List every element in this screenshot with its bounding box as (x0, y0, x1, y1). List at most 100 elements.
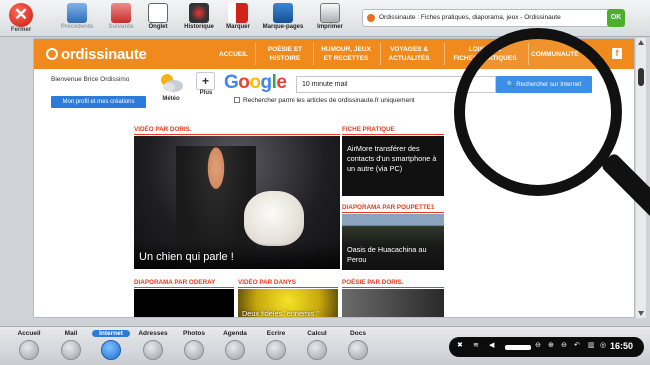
dock-label: Ecrire (266, 330, 286, 337)
plus-button[interactable]: + Plus (196, 72, 216, 96)
volume-slider[interactable] (505, 345, 531, 350)
site-favicon-icon (367, 14, 375, 22)
scroll-up-icon[interactable] (638, 40, 644, 45)
site-only-checkbox[interactable] (234, 97, 240, 103)
dock-label: Agenda (223, 330, 247, 337)
wifi-icon[interactable]: ≋ (473, 341, 479, 349)
calendar-icon (225, 340, 245, 360)
section-label: POÉSIE PAR DORIS. (342, 279, 404, 286)
tab-icon (148, 3, 168, 23)
nav-divider (380, 43, 381, 65)
dock-label: Calcul (307, 330, 327, 337)
section-label: VIDÉO PAR DANYS (238, 279, 296, 286)
divider (342, 287, 444, 288)
history-icon (189, 3, 209, 23)
trash-icon[interactable]: ▥ (588, 341, 595, 349)
article-thumbnail[interactable] (342, 289, 444, 317)
forward-arrow-icon (111, 3, 131, 23)
calculator-icon (307, 340, 327, 360)
dock-label: Mail (64, 330, 78, 337)
tab-button[interactable]: Onglet (144, 3, 172, 35)
home-icon (19, 340, 39, 360)
address-bar[interactable]: Ordissinaute : Fiches pratiques, diapora… (362, 9, 622, 27)
dock-internet[interactable]: Internet (92, 330, 130, 360)
bookmarks-button[interactable]: Marque-pages (258, 3, 308, 35)
help-icon[interactable]: ◎ (600, 341, 606, 349)
forward-button[interactable]: Suivante (104, 3, 138, 35)
bookmark-icon (228, 3, 248, 23)
featured-video[interactable]: Un chien qui parle ! (134, 136, 340, 269)
history-button[interactable]: Historique (180, 3, 218, 35)
nav-accueil[interactable]: ACCUEIL (219, 50, 248, 59)
plus-label: Plus (199, 90, 213, 96)
undo-icon[interactable]: ↶ (574, 341, 580, 349)
dock-agenda[interactable]: Agenda (216, 330, 254, 360)
volume-icon[interactable]: ◀ (489, 341, 494, 349)
section-label: DIAPORAMA PAR POUPETTE1 (342, 204, 435, 211)
article-title: Deux fidèles "ennemis " (242, 309, 319, 318)
scrollbar-thumb[interactable] (638, 68, 644, 86)
bookmarks-icon (273, 3, 293, 23)
section-label: VIDÉO PAR DORIS. (134, 126, 192, 133)
nav-divider (444, 43, 445, 65)
nav-voyages[interactable]: VOYAGES & ACTUALITÉS (383, 45, 435, 63)
profile-button[interactable]: Mon profil et mes créations (51, 96, 146, 108)
divider (238, 287, 338, 288)
dock-label: Accueil (17, 330, 41, 337)
site-only-label: Rechercher parmi les articles de ordissi… (243, 97, 415, 104)
bookmarks-label: Marque-pages (262, 24, 304, 30)
write-icon (266, 340, 286, 360)
nav-poesie[interactable]: POÉSIE ET HISTOIRE (264, 45, 306, 63)
close-label: Fermer (10, 27, 32, 33)
back-arrow-icon (67, 3, 87, 23)
tab-label: Onglet (148, 24, 168, 30)
back-label: Précédente (60, 24, 94, 30)
ok-button[interactable]: OK (607, 9, 625, 27)
divider (134, 287, 234, 288)
nav-humour[interactable]: HUMOUR, JEUX ET RECETTES (316, 45, 376, 63)
nav-divider (255, 43, 256, 65)
site-only-option[interactable]: Rechercher parmi les articles de ordissi… (234, 97, 415, 104)
bookmark-button[interactable]: Marquer (222, 3, 254, 35)
dock-accueil[interactable]: Accueil (10, 330, 48, 360)
contacts-icon (143, 340, 163, 360)
weather-icon (161, 74, 183, 92)
dock-mail[interactable]: Mail (52, 330, 90, 360)
dock-photos[interactable]: Photos (175, 330, 213, 360)
dock-label: Adresses (138, 330, 168, 337)
facebook-icon[interactable]: f (612, 48, 622, 59)
article-title: AirMore transférer des contacts d'un sma… (347, 144, 437, 173)
article-thumbnail[interactable]: Deux fidèles "ennemis " (238, 289, 338, 318)
back-button[interactable]: Précédente (60, 3, 94, 35)
dock-label: Internet (92, 330, 130, 337)
weather-widget[interactable]: Météo (156, 72, 186, 102)
zoom-minus-icon[interactable]: ⊖ (561, 341, 567, 349)
volume-minus-icon[interactable]: ⊖ (535, 341, 541, 349)
article-card[interactable]: AirMore transférer des contacts d'un sma… (342, 136, 444, 196)
divider (342, 212, 444, 213)
printer-icon (320, 3, 340, 23)
google-logo: Google (224, 72, 287, 93)
zoom-plus-icon[interactable]: ⊕ (548, 341, 554, 349)
article-card[interactable]: Oasis de Huacachina au Perou (342, 214, 444, 270)
dock-calcul[interactable]: Calcul (298, 330, 336, 360)
site-logo[interactable]: ordissinaute (46, 46, 147, 63)
welcome-text: Bienvenue Brice Ordissimo (51, 76, 130, 83)
dock-label: Photos (182, 330, 206, 337)
tools-icon[interactable]: ✖ (457, 341, 463, 349)
close-button[interactable]: ✕ Fermer (6, 3, 36, 33)
dock-ecrire[interactable]: Ecrire (257, 330, 295, 360)
dock-docs[interactable]: Docs (339, 330, 377, 360)
featured-caption: Un chien qui parle ! (134, 243, 340, 269)
history-label: Historique (184, 24, 214, 30)
divider (342, 134, 444, 135)
scroll-down-icon[interactable] (638, 311, 644, 316)
article-thumbnail[interactable] (134, 289, 234, 317)
print-button[interactable]: Imprimer (313, 3, 347, 35)
bookmark-label: Marquer (226, 24, 250, 30)
section-label: FICHE PRATIQUE (342, 126, 395, 133)
photos-icon (184, 340, 204, 360)
dock-adresses[interactable]: Adresses (134, 330, 172, 360)
section-label: DIAPORAMA PAR ODERAY (134, 279, 216, 286)
mail-icon (61, 340, 81, 360)
